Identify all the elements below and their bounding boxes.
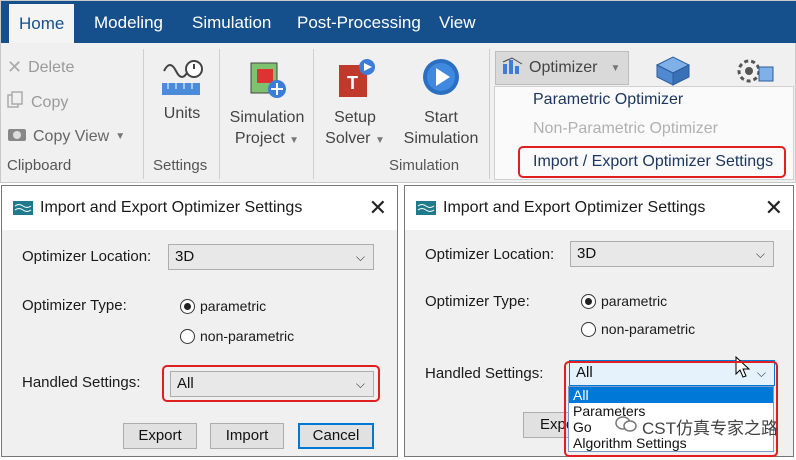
simulation-project-label: Simulation: [229, 109, 305, 126]
copy-label: Copy: [31, 93, 69, 111]
radio-parametric-label: parametric: [200, 298, 267, 314]
tab-view[interactable]: View: [439, 1, 476, 43]
tab-home[interactable]: Home: [9, 1, 75, 43]
delete-label: Delete: [28, 58, 75, 76]
chevron-down-icon: ⌵: [355, 250, 365, 264]
copy-view-button[interactable]: Copy View ▼: [7, 125, 125, 148]
highlight-box: [518, 146, 786, 178]
radio-parametric[interactable]: [180, 299, 195, 314]
group-divider: [143, 49, 144, 179]
optimizer-type-label: Optimizer Type:: [425, 293, 530, 310]
setup-solver-label: Setup: [334, 109, 376, 126]
import-button[interactable]: Import: [210, 423, 284, 449]
delete-icon: ✕: [7, 57, 23, 77]
dialog-title: Import and Export Optimizer Settings: [40, 199, 303, 216]
dialog-title: Import and Export Optimizer Settings: [443, 199, 706, 216]
copy-view-label: Copy View: [33, 127, 110, 145]
clipboard-group-label: Clipboard: [7, 157, 72, 174]
optimizer-location-select[interactable]: 3D ⌵: [168, 244, 374, 270]
cancel-button[interactable]: Cancel: [298, 423, 374, 449]
units-button[interactable]: Units: [157, 57, 207, 124]
radio-non-parametric[interactable]: [180, 329, 195, 344]
menu-item-non-parametric-optimizer: Non-Parametric Optimizer: [533, 120, 718, 137]
copy-icon: [7, 91, 25, 114]
start-simulation-button[interactable]: Start Simulation: [399, 57, 483, 149]
handled-settings-label: Handled Settings:: [425, 365, 544, 382]
radio-non-parametric-label: non-parametric: [601, 321, 696, 337]
radio-parametric[interactable]: [581, 294, 596, 309]
optimizer-location-select[interactable]: 3D ⌵: [570, 241, 774, 267]
tab-simulation[interactable]: Simulation: [192, 1, 271, 43]
simulation-project-icon: [227, 57, 307, 107]
optimizer-location-label: Optimizer Location:: [22, 248, 152, 265]
radio-non-parametric-label: non-parametric: [200, 328, 295, 344]
play-icon: [399, 57, 483, 107]
delete-button[interactable]: ✕ Delete: [7, 57, 74, 78]
group-divider: [313, 49, 314, 179]
app-icon: [13, 201, 33, 220]
copy-button[interactable]: Copy: [7, 91, 68, 114]
close-icon[interactable]: ✕: [765, 195, 783, 221]
optimizer-icon: [502, 56, 524, 81]
radio-non-parametric[interactable]: [581, 322, 596, 337]
export-button[interactable]: Export: [123, 423, 197, 449]
watermark-text: CST仿真专家之路: [642, 419, 778, 438]
start-simulation-label: Start: [424, 109, 458, 126]
handled-settings-label: Handled Settings:: [22, 374, 141, 391]
app-icon: [416, 201, 436, 220]
radio-parametric-label: parametric: [601, 293, 668, 309]
optimizer-button[interactable]: Optimizer ▼: [495, 51, 629, 85]
menu-item-parametric-optimizer[interactable]: Parametric Optimizer: [533, 91, 683, 109]
watermark: CST仿真专家之路: [615, 414, 778, 439]
group-divider: [489, 49, 490, 179]
svg-text:T: T: [347, 73, 358, 93]
dialog-title-bar: Import and Export Optimizer Settings ✕: [2, 186, 397, 230]
ribbon-tab-bar: Home Modeling Simulation Post-Processing…: [1, 1, 796, 43]
chevron-down-icon: ▼: [115, 131, 126, 142]
camera-icon: [7, 125, 27, 148]
setup-solver-button[interactable]: T Setup Solver ▼: [323, 57, 387, 151]
optimizer-location-label: Optimizer Location:: [425, 246, 555, 263]
highlight-box: [564, 361, 778, 457]
chevron-down-icon: ⌵: [755, 247, 765, 261]
wechat-icon: [615, 415, 637, 438]
simulation-project-button[interactable]: Simulation Project ▼: [227, 57, 307, 151]
optimizer-label: Optimizer: [529, 59, 598, 76]
units-label: Units: [163, 105, 201, 122]
optimizer-type-label: Optimizer Type:: [22, 297, 127, 314]
highlight-box: [162, 365, 380, 402]
setup-solver-icon: T: [323, 57, 387, 107]
simulation-group-label: Simulation: [389, 157, 460, 174]
chevron-down-icon: ▼: [610, 62, 621, 74]
group-divider: [219, 49, 220, 179]
close-icon[interactable]: ✕: [369, 195, 387, 221]
settings-group-label: Settings: [153, 157, 208, 174]
import-export-dialog-left: Import and Export Optimizer Settings ✕ O…: [1, 185, 398, 457]
dialog-title-bar: Import and Export Optimizer Settings ✕: [405, 186, 793, 230]
tab-post-processing[interactable]: Post-Processing: [297, 1, 421, 43]
units-icon: [157, 57, 207, 103]
tab-modeling[interactable]: Modeling: [94, 1, 163, 43]
